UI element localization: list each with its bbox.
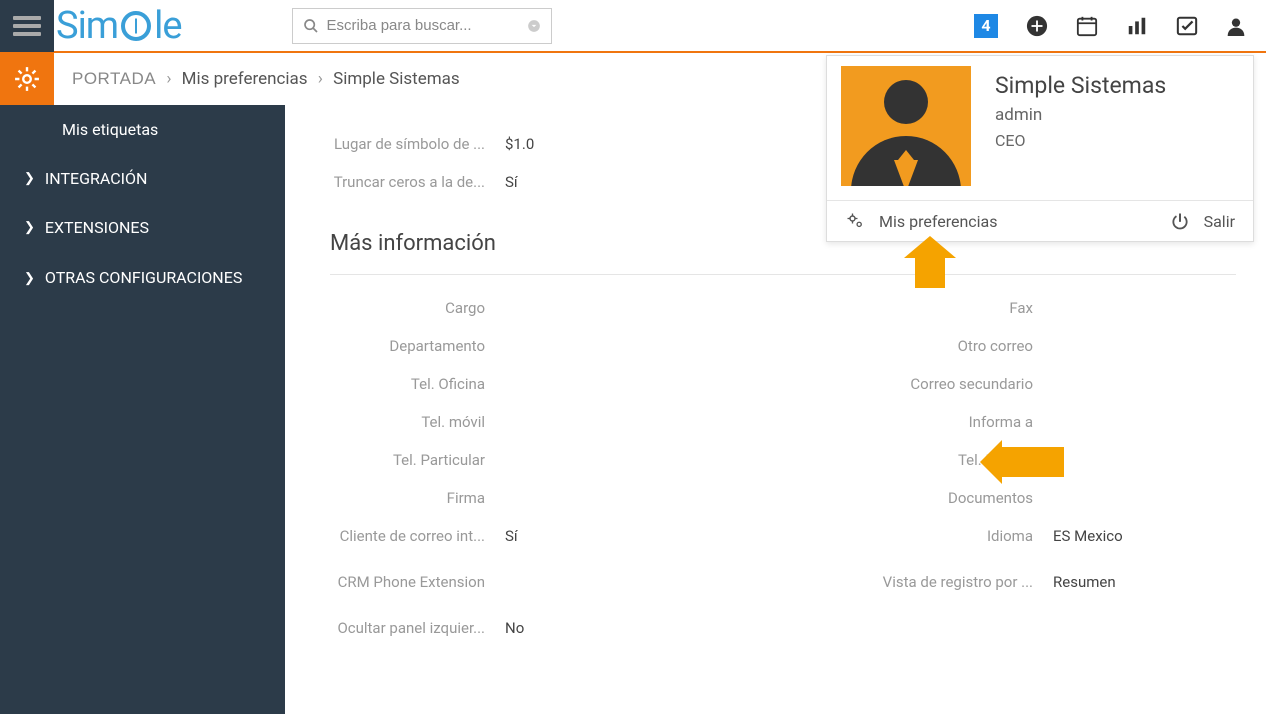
breadcrumb-l1[interactable]: Mis preferencias	[182, 69, 308, 89]
power-icon	[1170, 211, 1190, 231]
logo-text-b: le	[154, 4, 181, 48]
field-label: Lugar de símbolo de ...	[320, 135, 505, 153]
logout-label: Salir	[1204, 212, 1235, 231]
user-full-name: Simple Sistemas	[995, 72, 1166, 99]
add-icon[interactable]	[1026, 15, 1048, 37]
field-label: Departamento	[320, 337, 505, 355]
search-dropdown-icon[interactable]	[527, 19, 541, 33]
breadcrumb-sep: ›	[318, 69, 323, 89]
chart-icon[interactable]	[1126, 15, 1148, 37]
logo-pinwheel-icon	[121, 11, 151, 41]
notification-badge[interactable]: 4	[974, 14, 998, 38]
search-icon	[303, 18, 319, 34]
field-label: Tel. móvil	[320, 413, 505, 431]
search-input[interactable]	[327, 17, 527, 34]
sidebar-item-my-tags[interactable]: Mis etiquetas	[0, 105, 285, 154]
gear-icon	[14, 66, 40, 92]
calendar-icon[interactable]	[1076, 15, 1098, 37]
breadcrumb-home[interactable]: PORTADA	[72, 69, 156, 88]
field-label: Tel. Particular	[320, 451, 505, 469]
breadcrumb-l2[interactable]: Simple Sistemas	[333, 69, 460, 89]
sidebar-item-other-configs[interactable]: ❯ OTRAS CONFIGURACIONES	[0, 252, 285, 304]
field-value: Sí	[505, 173, 518, 191]
my-preferences-link[interactable]: Mis preferencias	[845, 211, 998, 231]
topbar: Sim le 4	[0, 0, 1266, 53]
field-value: $1.0	[505, 135, 534, 153]
field-label: Tel. Oficina	[320, 375, 505, 393]
field-label: Correo secundario	[783, 375, 1053, 393]
field-label: Vista de registro por ...	[783, 573, 1053, 591]
sidebar-item-integration[interactable]: ❯ INTEGRACIÓN	[0, 154, 285, 203]
breadcrumbs: PORTADA › Mis preferencias › Simple Sist…	[72, 69, 460, 89]
more-info-panel: Cargo Fax Departamento Otro correo Tel. Of…	[320, 289, 1246, 647]
user-role: CEO	[995, 131, 1166, 150]
sidebar-item-label: INTEGRACIÓN	[45, 169, 147, 188]
top-icon-bar: 4	[974, 14, 1266, 38]
chevron-right-icon: ❯	[24, 271, 35, 286]
field-label: Fax	[783, 299, 1053, 317]
field-label: Otro correo	[783, 337, 1053, 355]
field-label: Truncar ceros a la de...	[320, 173, 505, 191]
sidebar-item-label: Mis etiquetas	[62, 120, 158, 139]
sidebar-item-extensions[interactable]: ❯ EXTENSIONES	[0, 203, 285, 252]
hamburger-button[interactable]	[0, 0, 54, 52]
annotation-arrow-left	[980, 440, 1064, 484]
search-box[interactable]	[292, 8, 552, 44]
field-value: No	[505, 619, 524, 637]
field-value: Resumen	[1053, 573, 1116, 591]
left-sidebar: Mis etiquetas ❯INTEGRACIÓN ❯EXTENSIONES …	[0, 105, 285, 714]
chevron-right-icon: ❯	[24, 220, 35, 235]
user-menu-popup: Simple Sistemas admin CEO Mis preferenci…	[826, 55, 1254, 242]
gears-icon	[845, 211, 865, 231]
field-label: Idioma	[783, 527, 1053, 545]
annotation-arrow-up	[910, 236, 950, 286]
field-label: Cliente de correo int...	[320, 527, 505, 545]
field-label: CRM Phone Extension	[320, 573, 505, 591]
app-logo[interactable]: Sim le	[56, 2, 182, 50]
task-check-icon[interactable]	[1176, 15, 1198, 37]
field-label: Firma	[320, 489, 505, 507]
settings-gear-button[interactable]	[0, 53, 54, 105]
field-value: ES Mexico	[1053, 527, 1123, 545]
divider	[330, 274, 1236, 275]
field-label: Documentos	[783, 489, 1053, 507]
logout-link[interactable]: Salir	[1170, 211, 1235, 231]
breadcrumb-sep: ›	[166, 69, 171, 89]
chevron-right-icon: ❯	[24, 171, 35, 186]
field-label: Cargo	[320, 299, 505, 317]
field-label: Informa a	[783, 413, 1053, 431]
logo-text-a: Sim	[56, 4, 118, 48]
sidebar-item-label: EXTENSIONES	[45, 218, 149, 237]
sidebar-item-label: OTRAS CONFIGURACIONES	[45, 267, 242, 289]
user-avatar[interactable]	[841, 66, 971, 186]
field-label: Ocultar panel izquier...	[320, 619, 505, 637]
field-value: Sí	[505, 527, 518, 545]
user-username: admin	[995, 105, 1166, 125]
my-preferences-label: Mis preferencias	[879, 212, 998, 231]
user-icon[interactable]	[1226, 15, 1246, 37]
